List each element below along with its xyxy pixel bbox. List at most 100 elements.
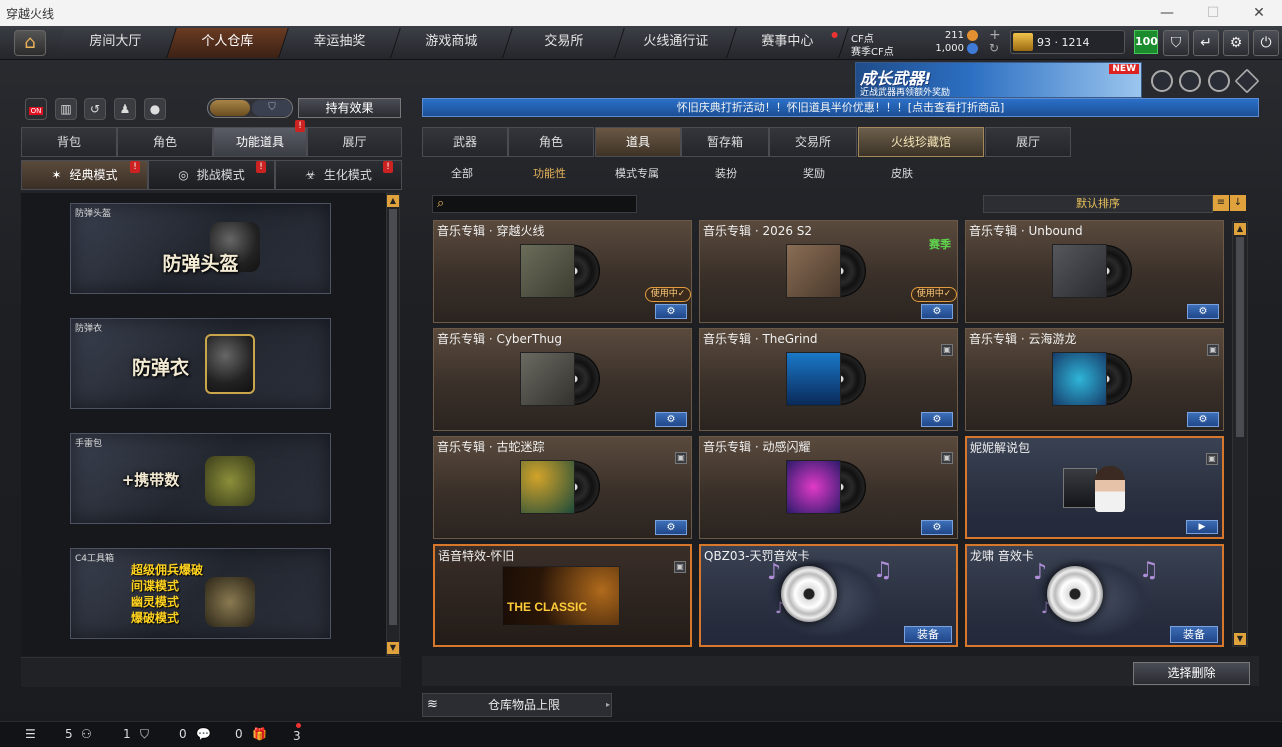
item-card[interactable]: 音乐专辑 · 穿越火线 使用中✓ ⚙: [433, 220, 692, 323]
tab-showroom[interactable]: 展厅: [307, 127, 402, 157]
vip-badge[interactable]: 100: [1134, 30, 1158, 54]
scroll-down-icon[interactable]: ▼: [1234, 633, 1246, 645]
settings-gear-icon[interactable]: ⚙: [1187, 412, 1219, 427]
music-note-icon: ♫: [873, 558, 893, 583]
settings-gear-icon[interactable]: ⚙: [655, 520, 687, 535]
subtab-all[interactable]: 全部: [451, 165, 473, 181]
c4-card[interactable]: C4工具箱 超级佣兵爆破 间谍模式 幽灵模式 爆破模式: [70, 548, 331, 639]
scroll-down-icon[interactable]: ▼: [387, 642, 399, 654]
window-title-bar: 穿越火线 — ☐ ✕: [0, 0, 1282, 26]
promo-banner[interactable]: 成长武器! 近战武器再领额外奖励 NEW: [855, 62, 1142, 98]
bomb-icon[interactable]: ●: [144, 98, 166, 120]
subtab-rewards[interactable]: 奖励: [803, 165, 825, 181]
tab-weapons[interactable]: 武器: [422, 127, 508, 157]
tab-showroom-right[interactable]: 展厅: [985, 127, 1071, 157]
grenade-card[interactable]: 手雷包 +携带数: [70, 433, 331, 524]
chart-icon[interactable]: ▥: [55, 98, 77, 120]
tab-characters[interactable]: 角色: [508, 127, 594, 157]
close-button[interactable]: ✕: [1236, 0, 1282, 26]
capacity-button[interactable]: ≋ 仓库物品上限 ▸: [422, 693, 612, 717]
tab-storage[interactable]: 暂存箱: [681, 127, 769, 157]
view-toggle[interactable]: ⛉: [207, 98, 293, 118]
shield-icon[interactable]: ⛉: [1163, 30, 1189, 56]
scroll-thumb[interactable]: [389, 209, 397, 625]
item-card[interactable]: 音乐专辑 · 动感闪耀 ▣ ⚙: [699, 436, 958, 539]
helmet-card[interactable]: 防弹头盔 防弹头盔: [70, 203, 331, 294]
settings-gear-icon[interactable]: ⚙: [921, 520, 953, 535]
album-art: [1052, 352, 1135, 406]
scroll-up-icon[interactable]: ▲: [1234, 223, 1246, 235]
tab-lucky-draw[interactable]: 幸运抽奖: [279, 28, 401, 58]
tab-items[interactable]: 道具: [595, 127, 681, 157]
discount-notice[interactable]: 怀旧庆典打折活动！！怀旧道具半价优惠！！！[点击查看打折商品]: [422, 98, 1259, 117]
tab-collection[interactable]: 火线珍藏馆: [858, 127, 984, 157]
mode-classic[interactable]: ✶ 经典模式: [21, 160, 148, 190]
list-view-icon[interactable]: ≡: [1213, 195, 1229, 211]
user-icon[interactable]: ♟: [114, 98, 136, 120]
subtab-mode-exclusive[interactable]: 模式专属: [615, 165, 659, 181]
maximize-button[interactable]: ☐: [1190, 0, 1236, 26]
item-card[interactable]: 语音特效-怀旧 ▣ THE CLASSIC: [433, 544, 692, 647]
tab-character[interactable]: 角色: [117, 127, 213, 157]
search-input[interactable]: ⌕: [432, 195, 637, 213]
item-card[interactable]: 妮妮解说包 ▣ ▶: [965, 436, 1224, 539]
tab-backpack[interactable]: 背包: [21, 127, 117, 157]
sort-order-icon[interactable]: ↓: [1230, 195, 1246, 211]
equip-button[interactable]: 装备: [904, 626, 952, 643]
minimize-button[interactable]: —: [1144, 0, 1190, 26]
item-name: 音乐专辑 · Unbound: [969, 224, 1083, 238]
history-icon[interactable]: ↺: [84, 98, 106, 120]
emblem-icon-3[interactable]: [1208, 70, 1230, 92]
item-card[interactable]: 龙啸 音效卡 ♪ ♫ ♪ 装备: [965, 544, 1224, 647]
emblem-icon-1[interactable]: [1151, 70, 1173, 92]
clan-shield-icon[interactable]: ⛉: [140, 727, 149, 742]
subtab-skins[interactable]: 皮肤: [891, 165, 913, 181]
settings-gear-icon[interactable]: ⚙: [655, 304, 687, 319]
power-icon[interactable]: ⏻: [1253, 30, 1279, 56]
crest-icon[interactable]: ⛉: [252, 100, 292, 116]
tab-room-lobby[interactable]: 房间大厅: [55, 28, 177, 58]
settings-gear-icon[interactable]: ⚙: [921, 412, 953, 427]
menu-icon[interactable]: ☰: [25, 727, 36, 741]
item-scrollbar[interactable]: ▲ ▼: [1232, 221, 1248, 647]
item-card[interactable]: QBZ03-天罚音效卡 ♪ ♫ ♪ 装备: [699, 544, 958, 647]
item-card[interactable]: 音乐专辑 · CyberThug ⚙: [433, 328, 692, 431]
tab-pass[interactable]: 火线通行证: [615, 28, 737, 58]
item-card[interactable]: 音乐专辑 · 2026 S2 赛季 使用中✓ ⚙: [699, 220, 958, 323]
gift-icon[interactable]: 🎁: [252, 727, 267, 741]
item-card[interactable]: 音乐专辑 · 古蛇迷踪 ▣ ⚙: [433, 436, 692, 539]
settings-gear-icon[interactable]: ⚙: [921, 304, 953, 319]
item-card[interactable]: 音乐专辑 · 云海游龙 ▣ ⚙: [965, 328, 1224, 431]
vest-card[interactable]: 防弹衣 防弹衣: [70, 318, 331, 409]
gear-icon[interactable]: ⚙: [1223, 30, 1249, 56]
tab-shop[interactable]: 游戏商城: [391, 28, 513, 58]
subtab-costume[interactable]: 装扮: [715, 165, 737, 181]
play-icon[interactable]: ▶: [1186, 520, 1218, 534]
held-effects-button[interactable]: 持有效果: [298, 98, 401, 118]
settings-gear-icon[interactable]: ⚙: [655, 412, 687, 427]
chat-icon[interactable]: 💬: [196, 727, 211, 741]
sort-dropdown[interactable]: 默认排序: [983, 195, 1213, 213]
home-icon[interactable]: ⌂: [14, 30, 46, 56]
scroll-up-icon[interactable]: ▲: [387, 195, 399, 207]
tab-function-items[interactable]: 功能道具: [213, 127, 307, 157]
return-icon[interactable]: ↵: [1193, 30, 1219, 56]
face-icon[interactable]: [210, 100, 250, 116]
refresh-icon[interactable]: ↻: [989, 41, 999, 55]
tab-warehouse[interactable]: 个人仓库: [167, 28, 289, 58]
emblem-icon-2[interactable]: [1179, 70, 1201, 92]
subtab-functional[interactable]: 功能性: [533, 165, 566, 181]
item-card[interactable]: 音乐专辑 · Unbound ⚙: [965, 220, 1224, 323]
select-delete-button[interactable]: 选择删除: [1133, 662, 1250, 685]
scroll-thumb[interactable]: [1236, 237, 1244, 437]
on-toggle-icon[interactable]: ON: [25, 98, 47, 120]
tab-exchange[interactable]: 交易所: [503, 28, 625, 58]
item-card[interactable]: 音乐专辑 · TheGrind ▣ ⚙: [699, 328, 958, 431]
friends-icon[interactable]: ⚇: [81, 727, 92, 741]
left-scrollbar[interactable]: ▲ ▼: [386, 193, 400, 656]
tab-trade[interactable]: 交易所: [769, 127, 857, 157]
settings-gear-icon[interactable]: ⚙: [1187, 304, 1219, 319]
equip-button[interactable]: 装备: [1170, 626, 1218, 643]
item-name: 妮妮解说包: [970, 441, 1031, 455]
tab-events[interactable]: 赛事中心: [727, 28, 849, 58]
